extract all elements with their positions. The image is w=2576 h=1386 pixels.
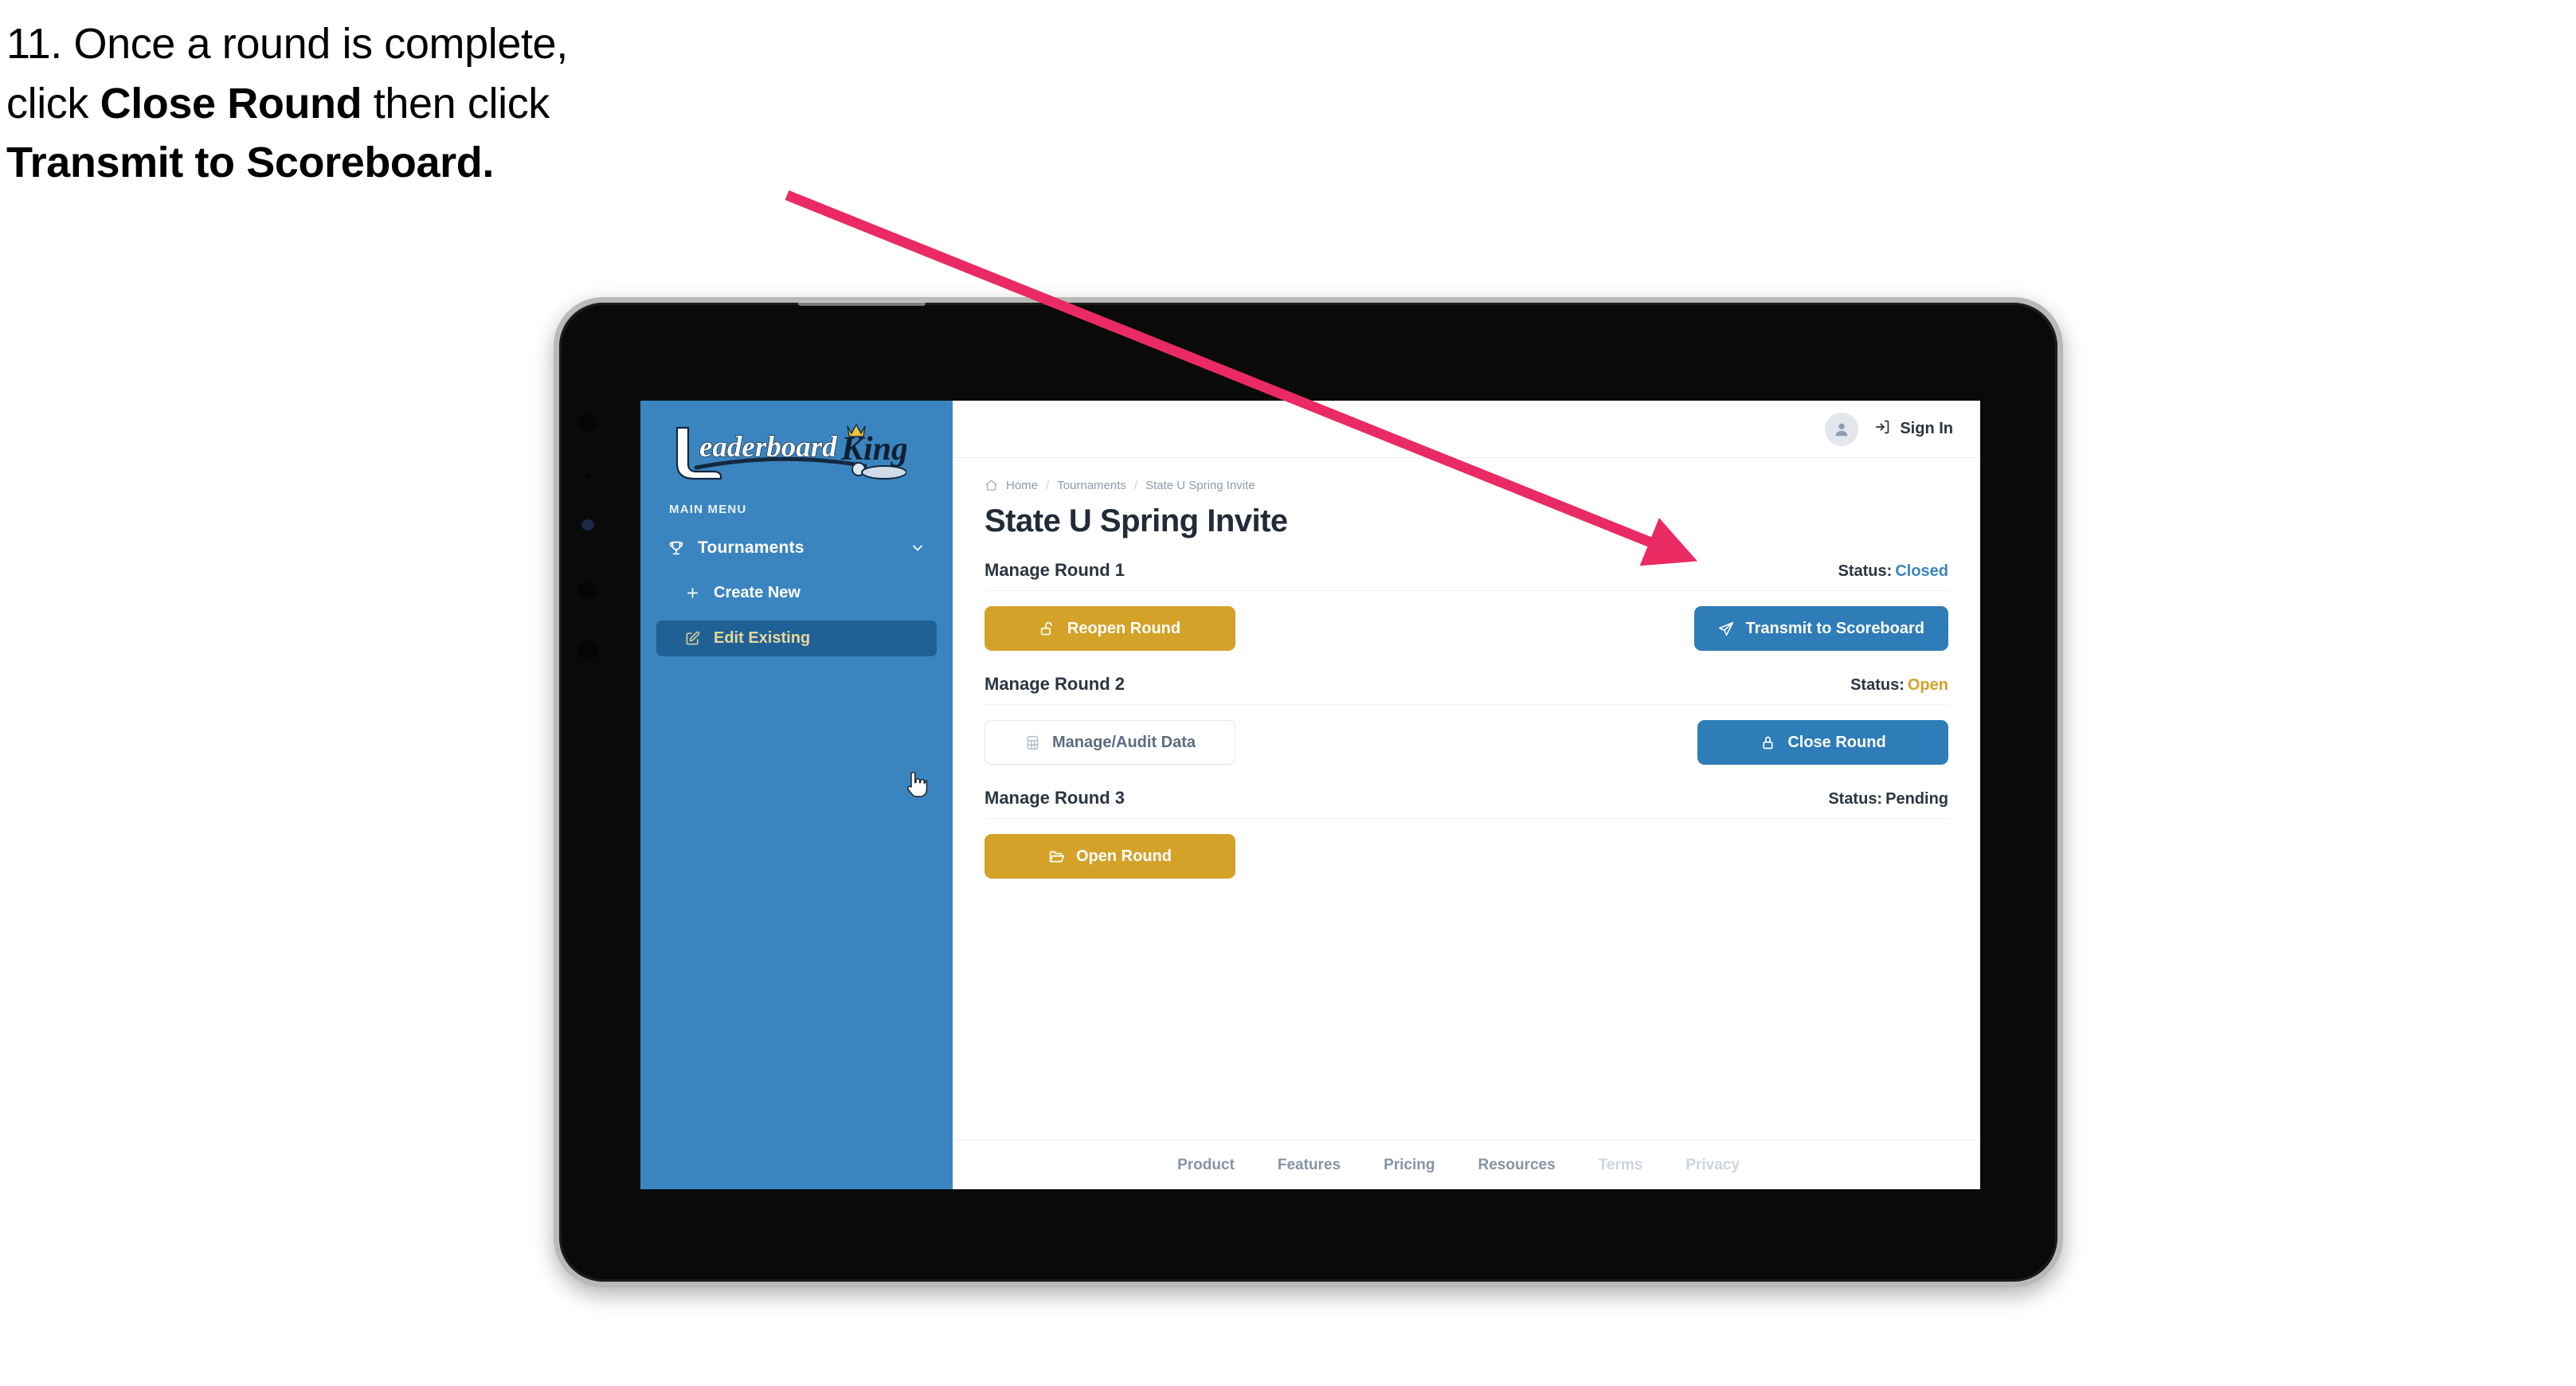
status-label: Status: [1838,562,1893,580]
footer-link-privacy[interactable]: Privacy [1685,1157,1740,1174]
device-top-speaker [798,301,926,306]
top-bar: Sign In [953,401,1980,458]
round-header: Manage Round 2 Status: Open [985,674,1948,705]
breadcrumb-separator: / [1133,479,1138,492]
logo-svg: eaderboard King [675,423,906,480]
mouse-cursor-pointer [904,771,928,799]
device-sensor-dot [577,581,597,599]
home-icon[interactable] [985,479,998,492]
sidebar-item-tournaments[interactable]: Tournaments [656,531,937,566]
page-content: Home / Tournaments / State U Spring Invi… [953,458,1980,1140]
transmit-to-scoreboard-button[interactable]: Transmit to Scoreboard [1693,606,1948,651]
plus-icon [685,585,709,601]
sign-in-button[interactable]: Sign In [1874,418,1953,440]
sidebar-item-create-new-label: Create New [714,584,801,601]
sidebar-item-edit-existing-label: Edit Existing [714,629,811,647]
round-header: Manage Round 1 Status: Closed [985,560,1948,591]
status-value-pending: Pending [1885,790,1948,808]
instruction-caption: 11. Once a round is complete, click Clos… [6,14,883,193]
sidebar-item-edit-existing[interactable]: Edit Existing [656,621,937,656]
device-sensor-dot [577,640,599,660]
table-grid-icon [1024,734,1041,751]
device-camera-lens [581,519,594,531]
tablet-device-frame: eaderboard King MAIN MENU Tournaments Cr… [554,297,2063,1287]
footer-link-terms[interactable]: Terms [1599,1157,1643,1174]
svg-text:King: King [840,431,906,468]
unlock-icon [1039,621,1056,637]
tablet-screen: eaderboard King MAIN MENU Tournaments Cr… [640,401,1980,1189]
round-name-1: Manage Round 1 [985,560,1126,580]
sidebar: eaderboard King MAIN MENU Tournaments Cr… [640,401,953,1189]
caption-line2-pre: click [6,79,100,127]
round-status-1: Status: Closed [1838,562,1948,581]
footer-link-features[interactable]: Features [1278,1157,1341,1174]
footer-link-resources[interactable]: Resources [1478,1157,1555,1174]
sign-in-label: Sign In [1900,420,1953,437]
main-panel: Sign In Home / Tournaments / State U Spr… [953,401,1980,1189]
chevron-down-icon[interactable] [910,540,926,556]
caption-line-2: click Close Round then click [6,74,883,134]
breadcrumb-item-home[interactable]: Home [1006,479,1038,492]
reopen-round-button[interactable]: Reopen Round [985,606,1235,651]
manage-audit-data-label: Manage/Audit Data [1051,733,1196,751]
user-avatar-icon[interactable] [1825,412,1859,446]
breadcrumb: Home / Tournaments / State U Spring Invi… [985,479,1948,492]
page-title: State U Spring Invite [985,503,1288,538]
round-section-1: Manage Round 1 Status: Closed Reopen Rou… [985,560,1948,653]
status-label: Status: [1828,790,1883,808]
caption-line3-bold: Transmit to Scoreboard. [6,139,494,187]
lock-icon [1760,734,1776,751]
footer-link-pricing[interactable]: Pricing [1384,1157,1435,1174]
round-section-3: Manage Round 3 Status: Pending Open Roun… [985,788,1948,881]
footer-nav: Product Features Pricing Resources Terms… [953,1140,1980,1189]
manage-audit-data-button[interactable]: Manage/Audit Data [985,720,1235,765]
round-status-3: Status: Pending [1828,790,1948,808]
transmit-to-scoreboard-label: Transmit to Scoreboard [1745,619,1925,637]
status-value-closed: Closed [1895,562,1948,580]
folder-open-icon [1048,848,1065,865]
breadcrumb-item-tournaments[interactable]: Tournaments [1057,479,1126,492]
breadcrumb-item-current: State U Spring Invite [1145,479,1255,492]
reopen-round-label: Reopen Round [1067,619,1181,637]
close-round-label: Close Round [1787,733,1886,751]
paper-plane-icon [1718,621,1735,637]
sidebar-section-label: MAIN MENU [669,503,747,516]
round-name-2: Manage Round 2 [985,674,1126,694]
caption-line-3: Transmit to Scoreboard. [6,133,883,193]
open-round-label: Open Round [1076,847,1172,865]
breadcrumb-separator: / [1046,479,1050,492]
status-value-open: Open [1907,676,1948,694]
leaderboardking-logo-mark: eaderboard King [667,421,906,482]
sidebar-item-create-new[interactable]: Create New [656,575,937,611]
open-round-button[interactable]: Open Round [985,834,1235,879]
screenshot-canvas: 11. Once a round is complete, click Clos… [0,0,2576,1386]
edit-pencil-icon [685,631,709,646]
round-status-2: Status: Open [1850,676,1948,695]
round-name-3: Manage Round 3 [985,788,1126,808]
caption-line2-post: then click [362,79,550,127]
close-round-button[interactable]: Close Round [1697,720,1948,765]
round-header: Manage Round 3 Status: Pending [985,788,1948,819]
app-logo[interactable]: eaderboard King [640,401,953,490]
device-sensor-dot [585,473,591,480]
round-actions-2: Manage/Audit Data Close Round [985,718,1948,767]
round-section-2: Manage Round 2 Status: Open Manage/Audit… [985,674,1948,767]
device-sensor-dot [577,414,597,432]
caption-line-1: 11. Once a round is complete, [6,20,568,68]
round-actions-1: Reopen Round Transmit to Scoreboard [985,604,1948,653]
trophy-icon [667,539,691,557]
status-label: Status: [1850,676,1905,694]
login-arrow-icon [1874,418,1892,440]
caption-line2-bold: Close Round [100,79,362,127]
round-actions-3: Open Round [985,832,1948,881]
round-3-right-slot-empty [1697,834,1948,879]
sidebar-item-tournaments-label: Tournaments [698,538,805,557]
footer-link-product[interactable]: Product [1177,1157,1235,1174]
